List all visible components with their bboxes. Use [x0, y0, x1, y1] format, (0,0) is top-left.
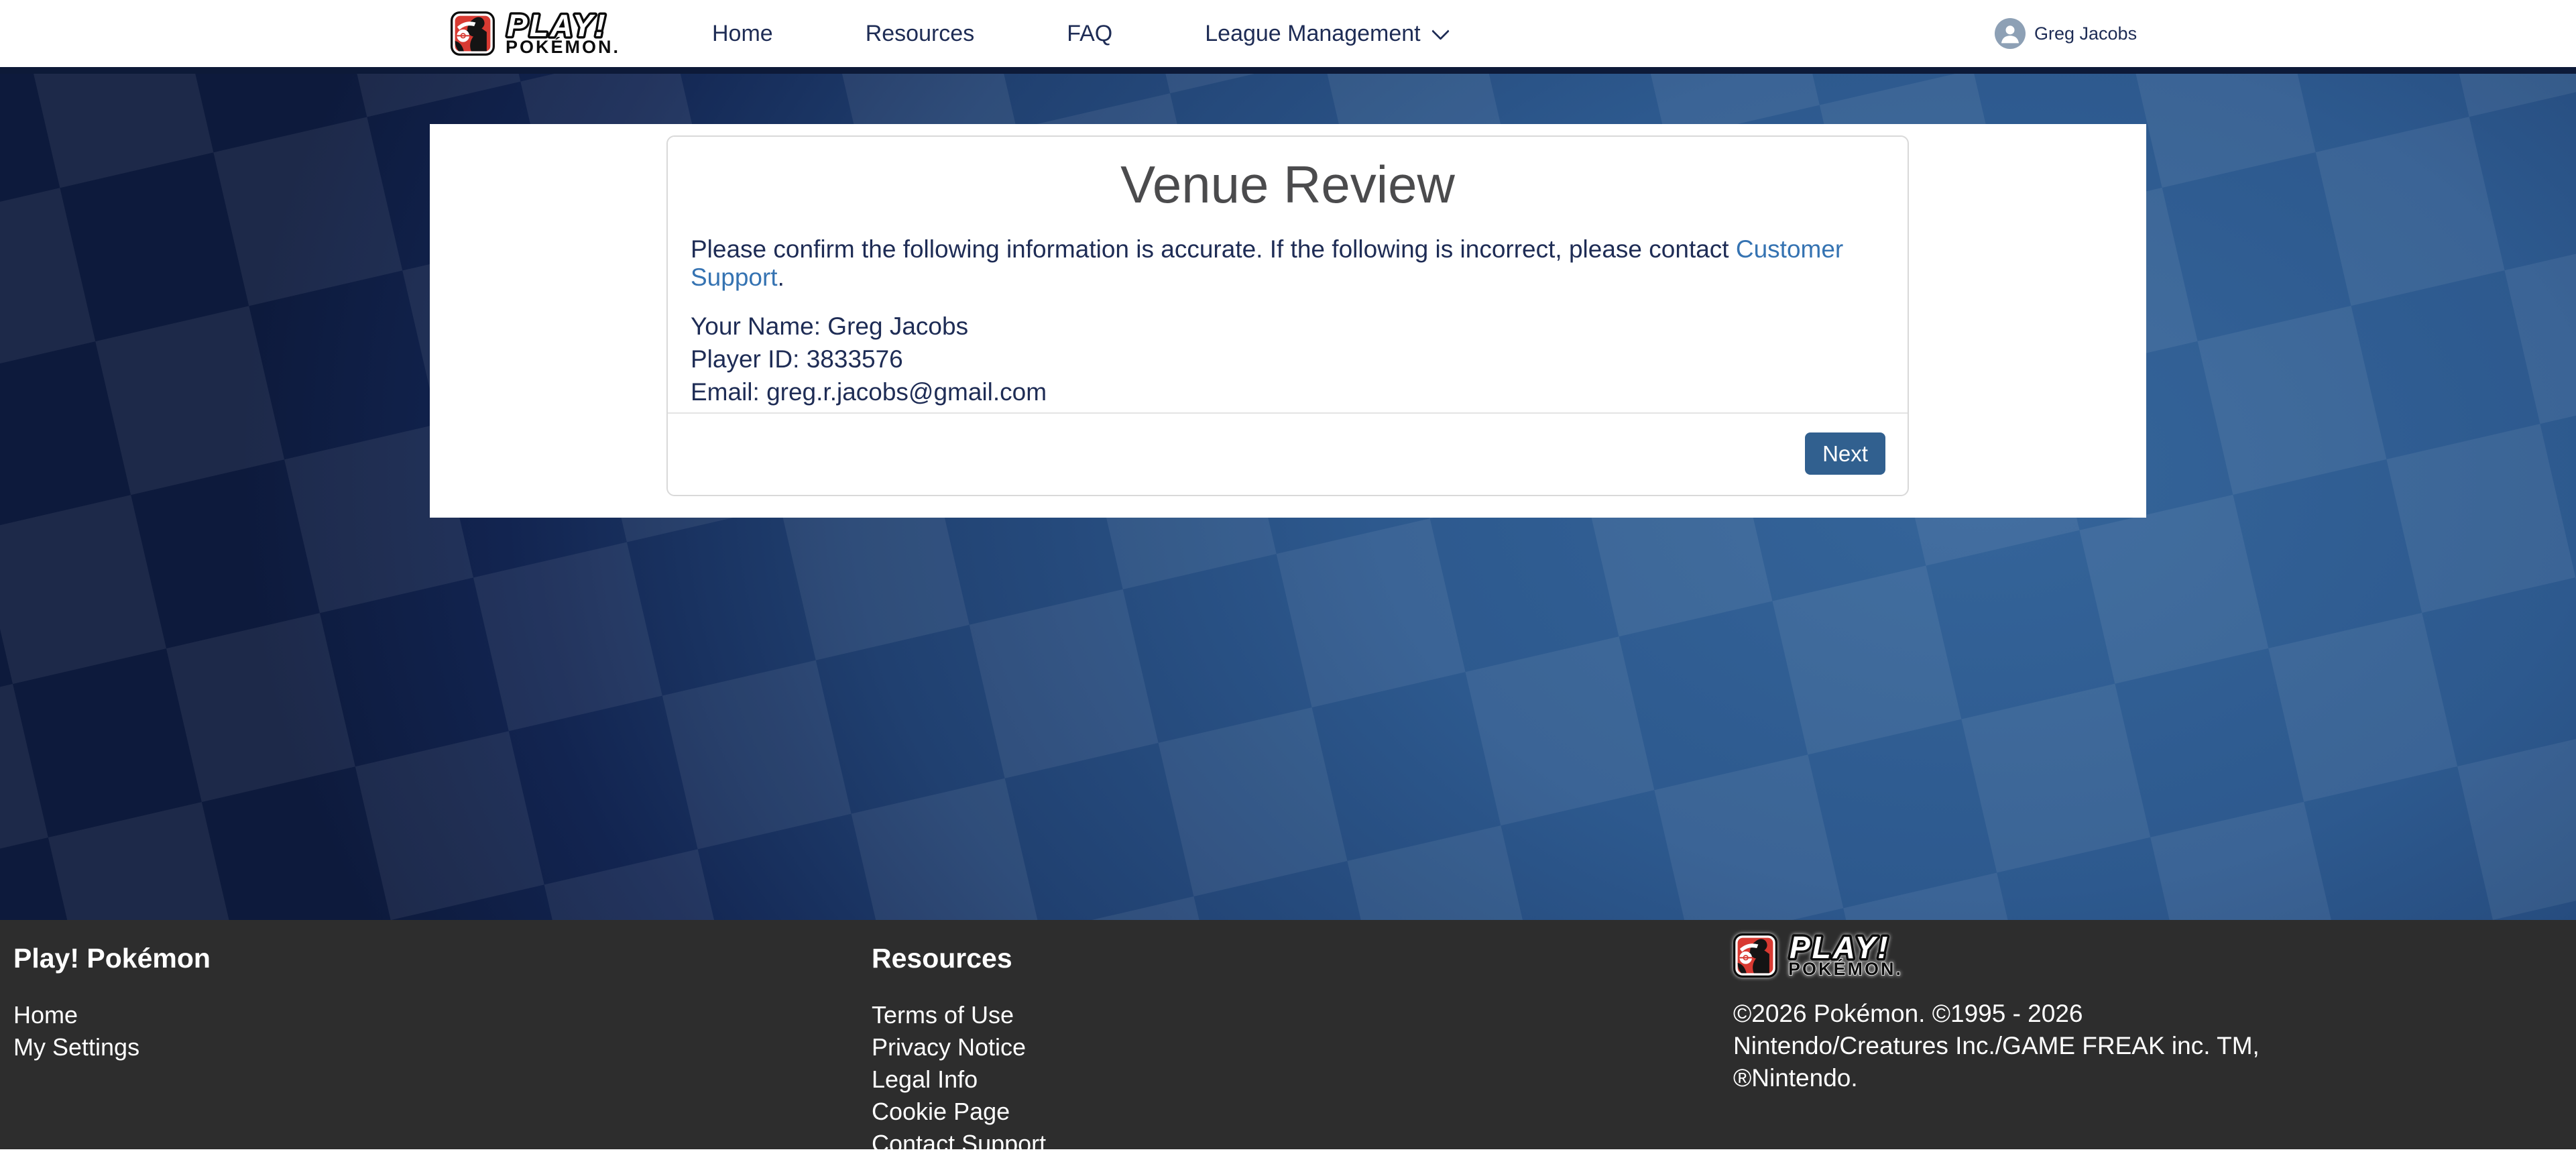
footer-column-play-pokemon: Play! Pokémon Home My Settings [13, 943, 211, 1063]
play-pokemon-logo[interactable]: PLAY! POKÉMON. [451, 11, 670, 56]
footer-link-terms-of-use[interactable]: Terms of Use [872, 999, 1046, 1031]
footer-heading-play-pokemon: Play! Pokémon [13, 943, 211, 974]
footer-link-home[interactable]: Home [13, 999, 211, 1031]
user-menu[interactable]: Greg Jacobs [1995, 0, 2137, 67]
primary-nav: Home Resources FAQ League Management [712, 0, 1447, 67]
logo-pokemon-text: POKÉMON. [1788, 958, 1903, 978]
intro-text: Please confirm the following information… [691, 235, 1736, 263]
footer-play-pokemon-logo: PLAY! POKÉMON. [1733, 933, 2260, 978]
detail-your-name: Your Name: Greg Jacobs [691, 310, 1885, 343]
venue-review-card: Venue Review Please confirm the followin… [666, 135, 1909, 496]
footer-column-brand: PLAY! POKÉMON. ©2026 Pokémon. ©1995 - 20… [1733, 933, 2260, 1094]
play-pokemon-wordmark: PLAY! POKÉMON. [503, 11, 670, 56]
footer-column-resources: Resources Terms of Use Privacy Notice Le… [872, 943, 1046, 1160]
nav-home[interactable]: Home [712, 21, 773, 47]
copyright-line-3: ®Nintendo. [1733, 1062, 2260, 1094]
nav-resources[interactable]: Resources [866, 21, 975, 47]
page-title: Venue Review [668, 154, 1908, 215]
intro-suffix: . [778, 264, 784, 291]
nav-league-management[interactable]: League Management [1205, 21, 1446, 47]
copyright-line-2: Nintendo/Creatures Inc./GAME FREAK inc. … [1733, 1030, 2260, 1062]
nav-league-management-label: League Management [1205, 21, 1420, 47]
detail-email: Email: greg.r.jacobs@gmail.com [691, 375, 1885, 408]
nav-faq[interactable]: FAQ [1067, 21, 1112, 47]
chevron-down-icon [1431, 22, 1450, 40]
play-pokemon-wordmark: PLAY! POKÉMON. [1785, 933, 1953, 978]
player-details: Your Name: Greg Jacobs Player ID: 383357… [691, 310, 1885, 408]
footer-heading-resources: Resources [872, 943, 1046, 974]
card-footer: Next [668, 412, 1908, 495]
footer-link-privacy-notice[interactable]: Privacy Notice [872, 1031, 1046, 1063]
footer-link-cookie-page[interactable]: Cookie Page [872, 1096, 1046, 1128]
footer-link-contact-support[interactable]: Contact Support [872, 1128, 1046, 1160]
top-navbar: PLAY! POKÉMON. Home Resources FAQ League… [0, 0, 2576, 74]
content-panel: Venue Review Please confirm the followin… [430, 124, 2146, 518]
copyright-text: ©2026 Pokémon. ©1995 - 2026 Nintendo/Cre… [1733, 998, 2260, 1094]
site-footer: Play! Pokémon Home My Settings Resources… [0, 920, 2576, 1149]
checkered-background: Venue Review Please confirm the followin… [0, 74, 2576, 920]
user-avatar-icon [1995, 18, 2026, 49]
play-pokemon-emblem-icon [451, 11, 495, 56]
detail-player-id: Player ID: 3833576 [691, 343, 1885, 375]
logo-pokemon-text: POKÉMON. [506, 36, 620, 56]
user-name: Greg Jacobs [2034, 23, 2137, 44]
footer-link-legal-info[interactable]: Legal Info [872, 1063, 1046, 1096]
footer-link-my-settings[interactable]: My Settings [13, 1031, 211, 1063]
play-pokemon-emblem-icon [1733, 933, 1777, 978]
copyright-line-1: ©2026 Pokémon. ©1995 - 2026 [1733, 998, 2260, 1030]
next-button[interactable]: Next [1805, 432, 1885, 475]
intro-paragraph: Please confirm the following information… [691, 235, 1885, 292]
